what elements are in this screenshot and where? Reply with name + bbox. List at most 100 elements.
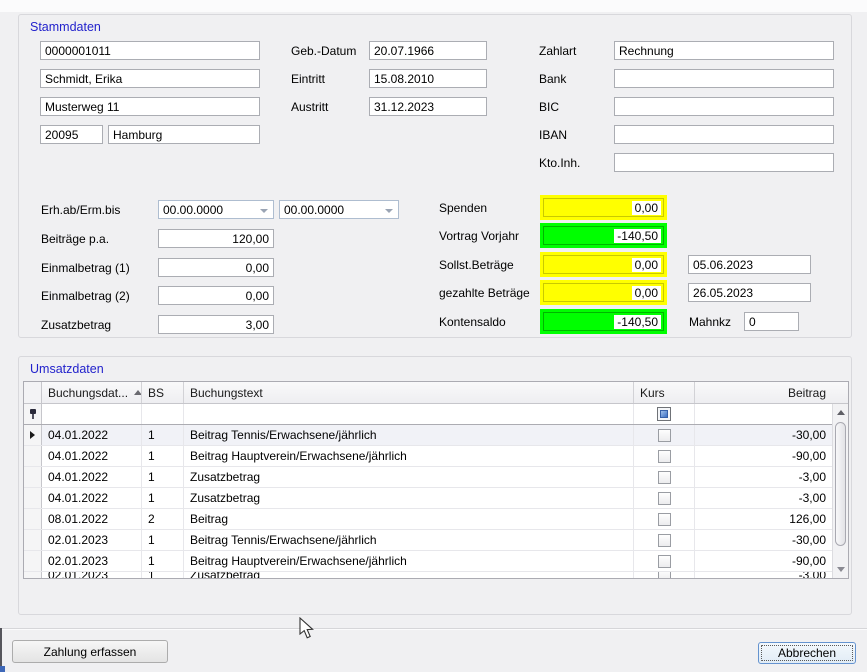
street-field[interactable]: Musterweg 11 bbox=[40, 97, 260, 116]
city-field[interactable]: Hamburg bbox=[108, 125, 260, 144]
chevron-down-icon[interactable] bbox=[385, 209, 393, 213]
chevron-down-icon[interactable] bbox=[260, 209, 268, 213]
erh-from-dropdown[interactable]: 00.00.0000 bbox=[158, 200, 274, 219]
bic-field[interactable] bbox=[614, 97, 834, 116]
beitraege-field[interactable]: 120,00 bbox=[158, 229, 274, 248]
cell-buchungsdatum[interactable]: 02.01.2023 bbox=[42, 530, 142, 550]
cell-beitrag[interactable]: -90,00 bbox=[695, 446, 832, 466]
iban-field[interactable] bbox=[614, 125, 834, 144]
cell-buchungstext[interactable]: Beitrag Hauptverein/Erwachsene/jährlich bbox=[184, 551, 634, 571]
eintritt-field[interactable]: 15.08.2010 bbox=[369, 69, 487, 88]
kontensaldo-field[interactable]: -140,50 bbox=[540, 309, 667, 334]
filter-cell-buchungstext[interactable] bbox=[184, 404, 634, 424]
cell-buchungsdatum[interactable]: 04.01.2022 bbox=[42, 425, 142, 445]
cell-beitrag[interactable]: -3,00 bbox=[695, 572, 832, 578]
cell-buchungstext[interactable]: Beitrag Tennis/Erwachsene/jährlich bbox=[184, 530, 634, 550]
cell-buchungsdatum[interactable]: 02.01.2023 bbox=[42, 551, 142, 571]
cell-buchungsdatum[interactable]: 04.01.2022 bbox=[42, 467, 142, 487]
cell-bs[interactable]: 1 bbox=[142, 467, 184, 487]
filter-cell-beitrag[interactable] bbox=[695, 404, 832, 424]
column-header-beitrag[interactable]: Beitrag bbox=[695, 382, 832, 403]
vertical-scrollbar[interactable] bbox=[832, 404, 848, 578]
kurs-checkbox[interactable] bbox=[658, 492, 671, 505]
cell-beitrag[interactable]: -30,00 bbox=[695, 425, 832, 445]
cell-kurs[interactable] bbox=[634, 551, 695, 571]
table-row[interactable]: 08.01.20222Beitrag 126,00 bbox=[24, 509, 848, 530]
sollst-field[interactable]: 0,00 bbox=[540, 252, 667, 277]
geb-datum-field[interactable]: 20.07.1966 bbox=[369, 41, 487, 60]
cell-kurs[interactable] bbox=[634, 446, 695, 466]
cell-bs[interactable]: 1 bbox=[142, 446, 184, 466]
cell-beitrag[interactable]: -90,00 bbox=[695, 551, 832, 571]
cell-beitrag[interactable]: -3,00 bbox=[695, 467, 832, 487]
cell-kurs[interactable] bbox=[634, 467, 695, 487]
filter-cell-bs[interactable] bbox=[142, 404, 184, 424]
spenden-field[interactable]: 0,00 bbox=[540, 195, 667, 220]
sollst-date-field[interactable]: 05.06.2023 bbox=[688, 255, 811, 274]
cell-buchungstext[interactable]: Beitrag Tennis/Erwachsene/jährlich bbox=[184, 425, 634, 445]
kurs-filter-checkbox[interactable] bbox=[657, 407, 671, 421]
cell-buchungstext[interactable]: Zusatzbetrag bbox=[184, 488, 634, 508]
cell-buchungsdatum[interactable]: 04.01.2022 bbox=[42, 446, 142, 466]
kurs-checkbox[interactable] bbox=[658, 534, 671, 547]
filter-cell-buchungsdatum[interactable] bbox=[42, 404, 142, 424]
cell-kurs[interactable] bbox=[634, 572, 695, 578]
cell-bs[interactable]: 2 bbox=[142, 509, 184, 529]
grid-filter-row[interactable] bbox=[24, 404, 848, 425]
column-header-buchungstext[interactable]: Buchungstext bbox=[184, 382, 634, 403]
zahlung-erfassen-button[interactable]: Zahlung erfassen bbox=[12, 640, 168, 663]
umsatz-grid[interactable]: Buchungsdat... BS Buchungstext Kurs Beit… bbox=[23, 381, 849, 579]
cell-beitrag[interactable]: -3,00 bbox=[695, 488, 832, 508]
cell-buchungsdatum[interactable]: 02.01.2023 bbox=[42, 572, 142, 578]
vortrag-field[interactable]: -140,50 bbox=[540, 223, 667, 248]
table-row[interactable]: 02.01.20231Beitrag Hauptverein/Erwachsen… bbox=[24, 551, 848, 572]
cell-beitrag[interactable]: -30,00 bbox=[695, 530, 832, 550]
table-row[interactable]: 04.01.20221Beitrag Tennis/Erwachsene/jäh… bbox=[24, 425, 848, 446]
cell-buchungsdatum[interactable]: 08.01.2022 bbox=[42, 509, 142, 529]
cell-buchungstext[interactable]: Zusatzbetrag bbox=[184, 467, 634, 487]
cell-bs[interactable]: 1 bbox=[142, 488, 184, 508]
cell-buchungsdatum[interactable]: 04.01.2022 bbox=[42, 488, 142, 508]
cell-bs[interactable]: 1 bbox=[142, 530, 184, 550]
filter-cell-kurs[interactable] bbox=[634, 404, 695, 424]
table-row[interactable]: 04.01.20221Zusatzbetrag -3,00 bbox=[24, 488, 848, 509]
abbrechen-button[interactable]: Abbrechen bbox=[758, 642, 856, 664]
cell-kurs[interactable] bbox=[634, 425, 695, 445]
kurs-checkbox[interactable] bbox=[658, 471, 671, 484]
zusatzbetrag-field[interactable]: 3,00 bbox=[158, 315, 274, 334]
austritt-field[interactable]: 31.12.2023 bbox=[369, 97, 487, 116]
member-id-field[interactable]: 0000001011 bbox=[40, 41, 260, 60]
cell-kurs[interactable] bbox=[634, 530, 695, 550]
cell-buchungstext[interactable]: Beitrag bbox=[184, 509, 634, 529]
scrollbar-thumb[interactable] bbox=[835, 422, 846, 546]
kurs-checkbox[interactable] bbox=[658, 555, 671, 568]
cell-bs[interactable]: 1 bbox=[142, 425, 184, 445]
ktoinh-field[interactable] bbox=[614, 153, 834, 172]
cell-kurs[interactable] bbox=[634, 488, 695, 508]
einmalbetrag1-field[interactable]: 0,00 bbox=[158, 258, 274, 277]
kurs-checkbox[interactable] bbox=[658, 572, 671, 578]
bank-field[interactable] bbox=[614, 69, 834, 88]
column-header-bs[interactable]: BS bbox=[142, 382, 184, 403]
column-header-buchungsdatum[interactable]: Buchungsdat... bbox=[42, 382, 142, 403]
zahlart-field[interactable]: Rechnung bbox=[614, 41, 834, 60]
cell-buchungstext[interactable]: Beitrag Hauptverein/Erwachsene/jährlich bbox=[184, 446, 634, 466]
column-header-kurs[interactable]: Kurs bbox=[634, 382, 695, 403]
scroll-up-button[interactable] bbox=[833, 405, 848, 420]
table-row[interactable]: 02.01.20231Zusatzbetrag -3,00 bbox=[24, 572, 848, 578]
kurs-checkbox[interactable] bbox=[658, 513, 671, 526]
zip-field[interactable]: 20095 bbox=[40, 125, 103, 144]
cell-kurs[interactable] bbox=[634, 509, 695, 529]
cell-buchungstext[interactable]: Zusatzbetrag bbox=[184, 572, 634, 578]
kurs-checkbox[interactable] bbox=[658, 429, 671, 442]
table-row[interactable]: 02.01.20231Beitrag Tennis/Erwachsene/jäh… bbox=[24, 530, 848, 551]
cell-bs[interactable]: 1 bbox=[142, 551, 184, 571]
erh-to-dropdown[interactable]: 00.00.0000 bbox=[279, 200, 399, 219]
kurs-checkbox[interactable] bbox=[658, 450, 671, 463]
cell-beitrag[interactable]: 126,00 bbox=[695, 509, 832, 529]
mahnkz-field[interactable]: 0 bbox=[744, 312, 799, 331]
scroll-down-button[interactable] bbox=[833, 562, 848, 577]
einmalbetrag2-field[interactable]: 0,00 bbox=[158, 286, 274, 305]
cell-bs[interactable]: 1 bbox=[142, 572, 184, 578]
table-row[interactable]: 04.01.20221Zusatzbetrag -3,00 bbox=[24, 467, 848, 488]
